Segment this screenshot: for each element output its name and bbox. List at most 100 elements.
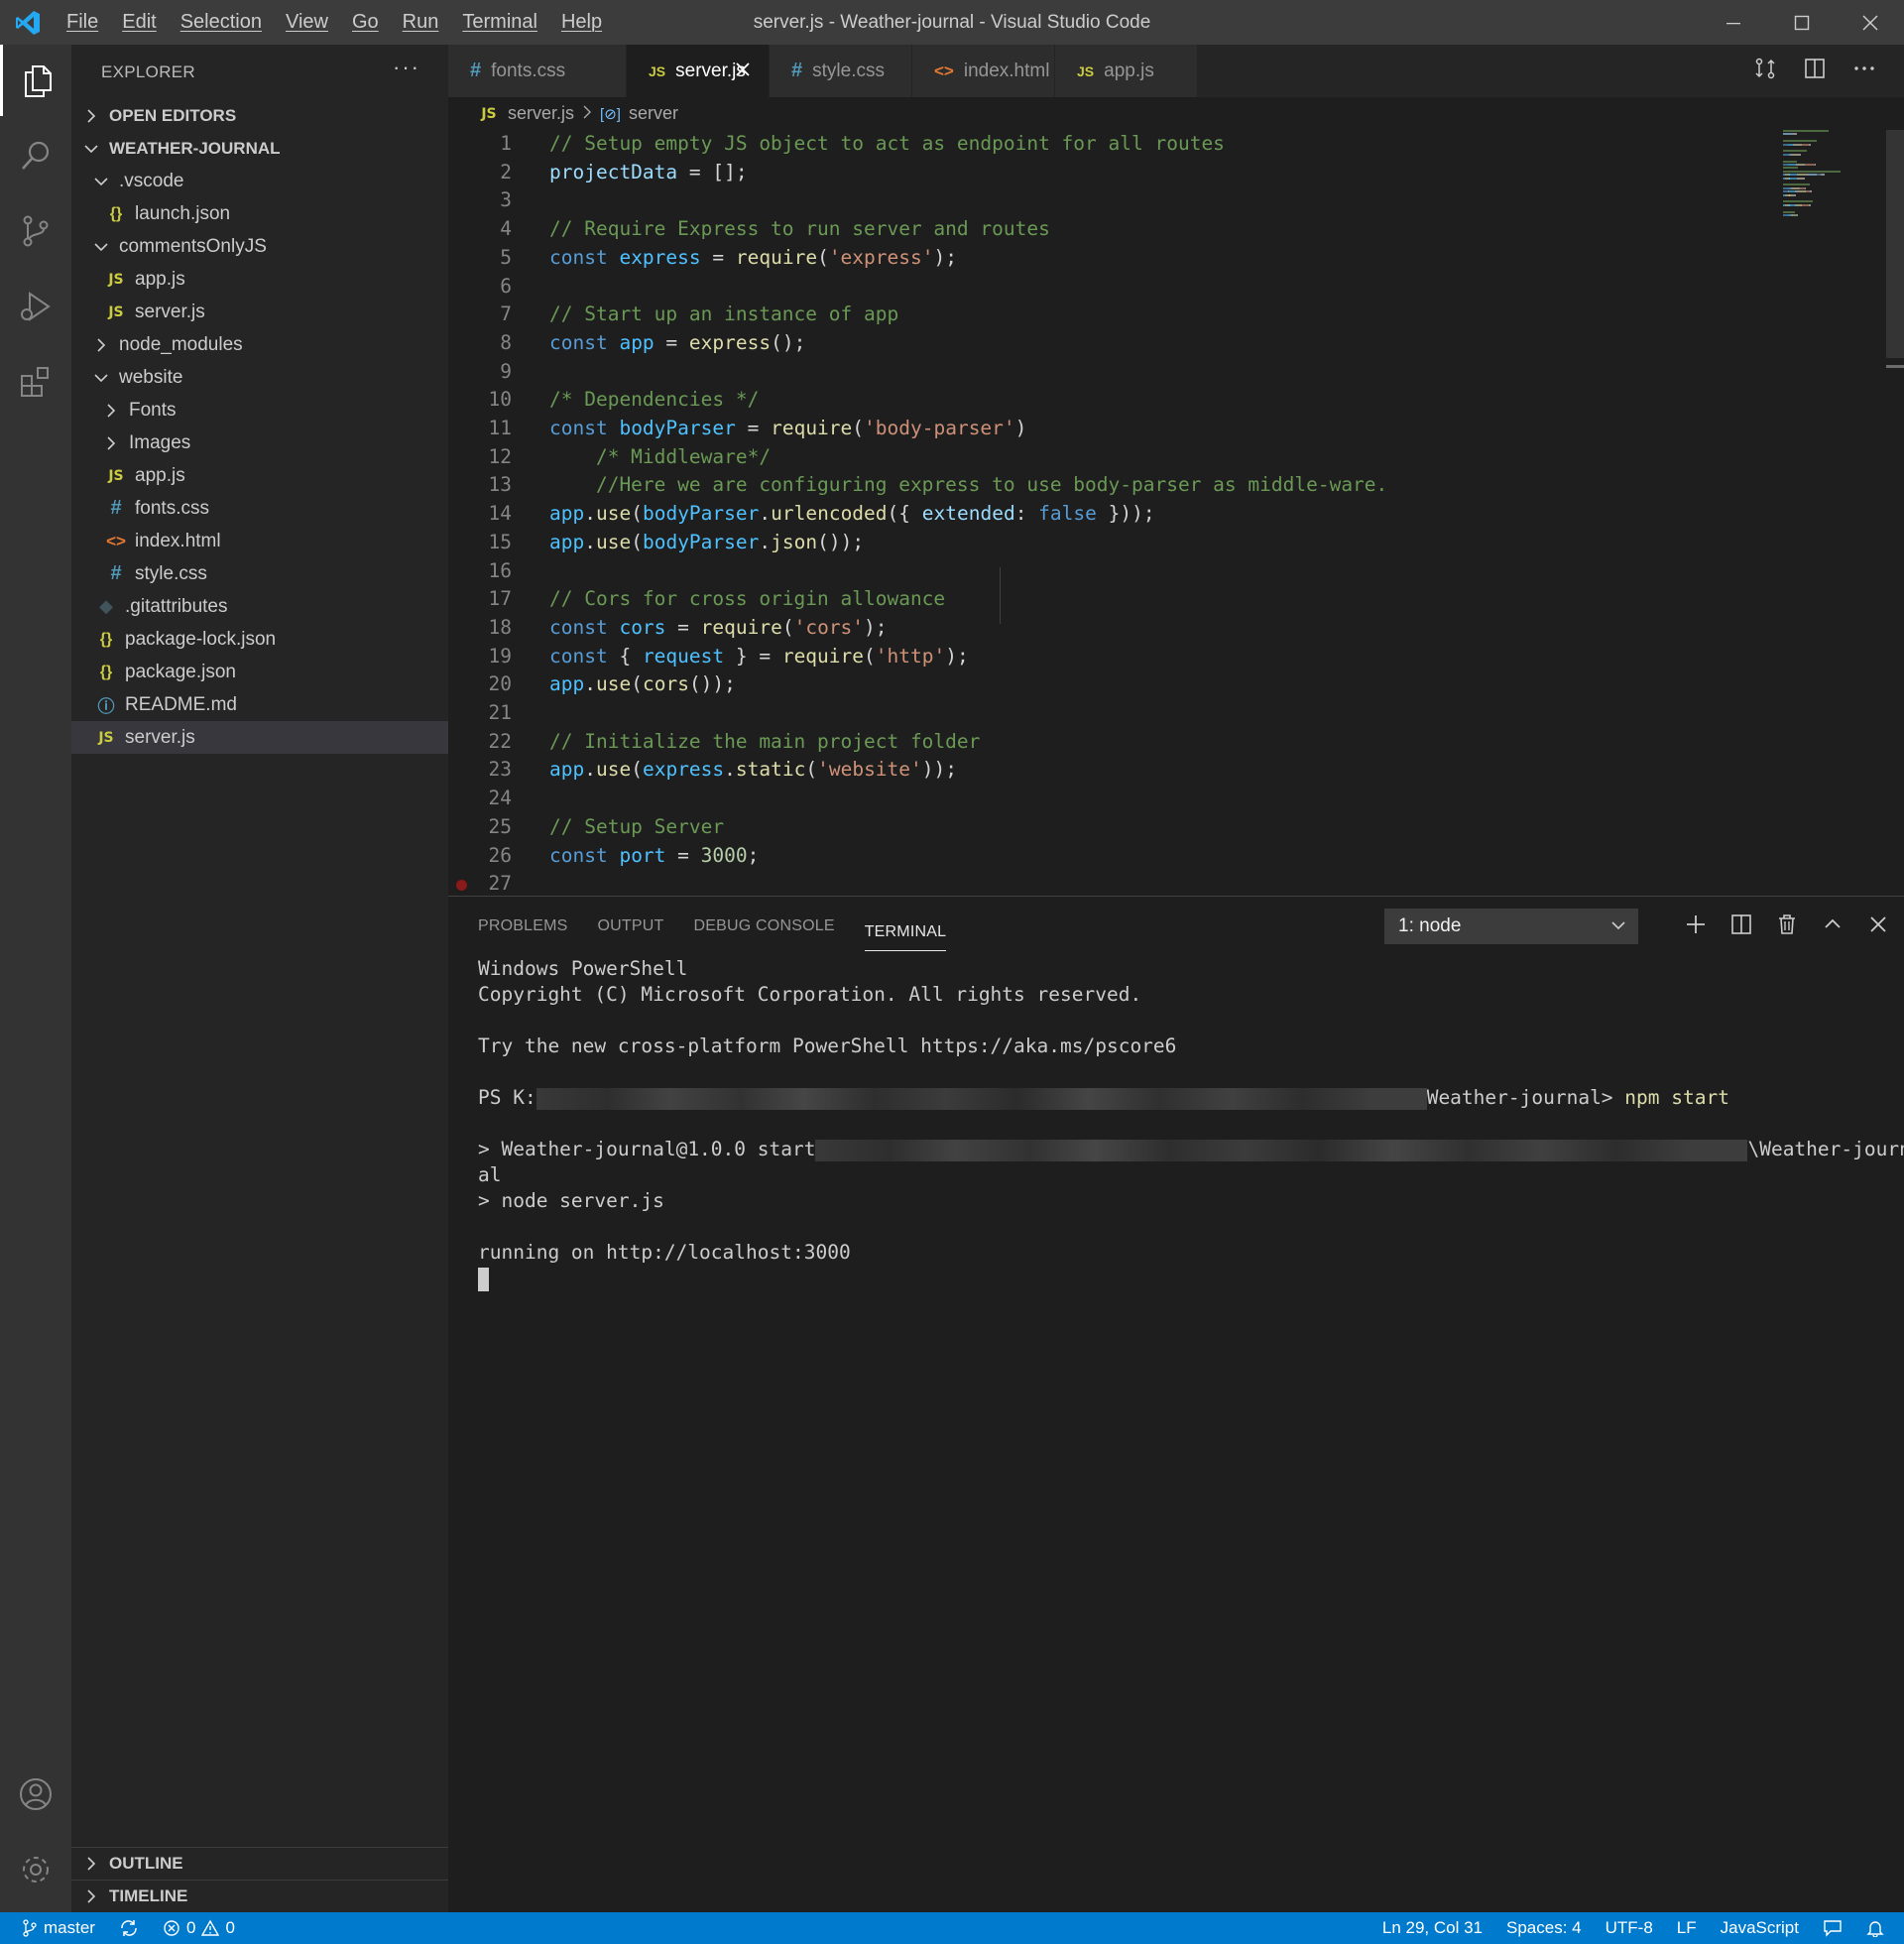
breadcrumb-symbol[interactable]: server [629,103,678,124]
tree-item[interactable]: <> index.html [71,525,448,557]
tree-item[interactable]: .vscode [71,165,448,197]
manage-activity[interactable] [0,1834,71,1905]
open-changes-button[interactable] [1753,57,1777,85]
timeline-section[interactable]: TIMELINE [71,1880,448,1912]
tree-item[interactable]: JS server.js [71,721,448,754]
tree-item[interactable]: {} package-lock.json [71,623,448,656]
code-line: 16 [448,557,1886,586]
sync-button[interactable] [119,1919,139,1937]
code-token: 'body-parser' [864,417,1015,439]
source-control-activity[interactable] [0,195,71,267]
code-token: ( [631,758,643,782]
editor-scroll-thumb[interactable] [1886,130,1904,358]
code-line: 11 const bodyParser = require('body-parse… [448,415,1886,443]
tree-item[interactable]: ⓘ README.md [71,688,448,721]
tree-item[interactable]: JS server.js [71,296,448,328]
close-panel-button[interactable] [1866,912,1890,941]
terminal-select[interactable]: 1: node [1384,909,1638,944]
outline-label: OUTLINE [109,1854,183,1873]
close-tab-button[interactable] [733,60,753,85]
chevron-down-icon [81,143,101,155]
tree-item[interactable]: node_modules [71,328,448,361]
code-editor[interactable]: 1 // Setup empty JS object to act as endp… [448,130,1904,896]
tab-index-html[interactable]: <> index.html [912,45,1055,97]
run-debug-icon [21,292,51,321]
minimap-line [1801,177,1805,180]
breadcrumb-file[interactable]: server.js [508,103,574,124]
new-terminal-button[interactable] [1684,912,1708,941]
split-editor-button[interactable] [1803,57,1827,85]
tree-item[interactable]: # style.css [71,557,448,590]
code-token: . [759,502,772,526]
minimap-line [1783,170,1841,173]
branch-status[interactable]: master [22,1918,95,1938]
maximize-button[interactable] [1767,0,1836,45]
tree-item-label: launch.json [135,202,231,224]
maximize-panel-button[interactable] [1821,912,1844,941]
menu-go[interactable]: Go [340,0,391,45]
code-token: 'cors' [793,615,865,639]
tab-terminal[interactable]: TERMINAL [864,913,947,951]
tree-item[interactable]: Images [71,426,448,459]
menu-selection[interactable]: Selection [169,0,274,45]
minimize-button[interactable] [1699,0,1767,45]
tab-output[interactable]: OUTPUT [598,897,664,956]
tree-item[interactable]: # fonts.css [71,492,448,525]
kill-terminal-button[interactable] [1775,912,1799,941]
tab-app-js[interactable]: JS app.js [1055,45,1198,97]
tree-item[interactable]: JS app.js [71,459,448,492]
more-editor-actions-button[interactable] [1852,57,1876,85]
menu-terminal[interactable]: Terminal [450,0,549,45]
tab-server-js[interactable]: JS server.js [627,45,770,97]
minimap-line [1815,164,1816,166]
explorer-activity[interactable] [0,45,71,116]
notifications-button[interactable] [1866,1919,1884,1937]
code-text: // Start up an instance of app [549,301,898,329]
tree-item-label: README.md [125,693,237,715]
extensions-activity[interactable] [0,346,71,418]
ellipsis-icon [1854,66,1874,70]
tree-item[interactable]: JS app.js [71,263,448,296]
open-editors-section[interactable]: OPEN EDITORS [71,99,448,132]
menu-view[interactable]: View [274,0,340,45]
tree-item[interactable]: commentsOnlyJS [71,230,448,263]
menu-run[interactable]: Run [391,0,451,45]
run-debug-activity[interactable] [0,271,71,342]
breadcrumb: JS server.js [⊘] server [448,97,1904,130]
project-section[interactable]: WEATHER-JOURNAL [71,132,448,165]
language-mode[interactable]: JavaScript [1721,1918,1799,1938]
close-window-button[interactable] [1836,0,1904,45]
tree-item[interactable]: ◆ .gitattributes [71,590,448,623]
minimap[interactable] [1783,130,1892,249]
eol-status[interactable]: LF [1677,1918,1697,1938]
outline-section[interactable]: OUTLINE [71,1847,448,1880]
indentation-status[interactable]: Spaces: 4 [1506,1918,1582,1938]
menu-edit[interactable]: Edit [110,0,168,45]
tree-item-label: server.js [125,726,195,748]
tree-item[interactable]: {} launch.json [71,197,448,230]
symbol-variable-icon: [⊘] [600,105,621,123]
problems-status[interactable]: 0 0 [163,1918,235,1938]
cursor-position[interactable]: Ln 29, Col 31 [1382,1918,1483,1938]
terminal-output[interactable]: Windows PowerShell Copyright (C) Microso… [478,956,1904,1291]
code-token: ); [945,644,969,668]
encoding-status[interactable]: UTF-8 [1606,1918,1653,1938]
tab-problems[interactable]: PROBLEMS [478,897,568,956]
tree-item-label: website [119,366,183,388]
split-terminal-button[interactable] [1729,912,1753,941]
code-token: extended [921,502,1015,526]
accounts-activity[interactable] [0,1759,71,1830]
tree-item[interactable]: {} package.json [71,656,448,688]
menu-file[interactable]: File [55,0,110,45]
more-actions-button[interactable]: ··· [393,55,420,80]
tab-fonts-css[interactable]: # fonts.css [448,45,627,97]
minimap-line [1789,174,1798,177]
tree-item[interactable]: Fonts [71,394,448,426]
code-token: app [549,758,585,782]
search-activity[interactable] [0,120,71,191]
tab-style-css[interactable]: # style.css [770,45,912,97]
feedback-button[interactable] [1823,1919,1843,1937]
tree-item[interactable]: website [71,361,448,394]
tab-debug-console[interactable]: DEBUG CONSOLE [694,897,835,956]
menu-help[interactable]: Help [549,0,614,45]
